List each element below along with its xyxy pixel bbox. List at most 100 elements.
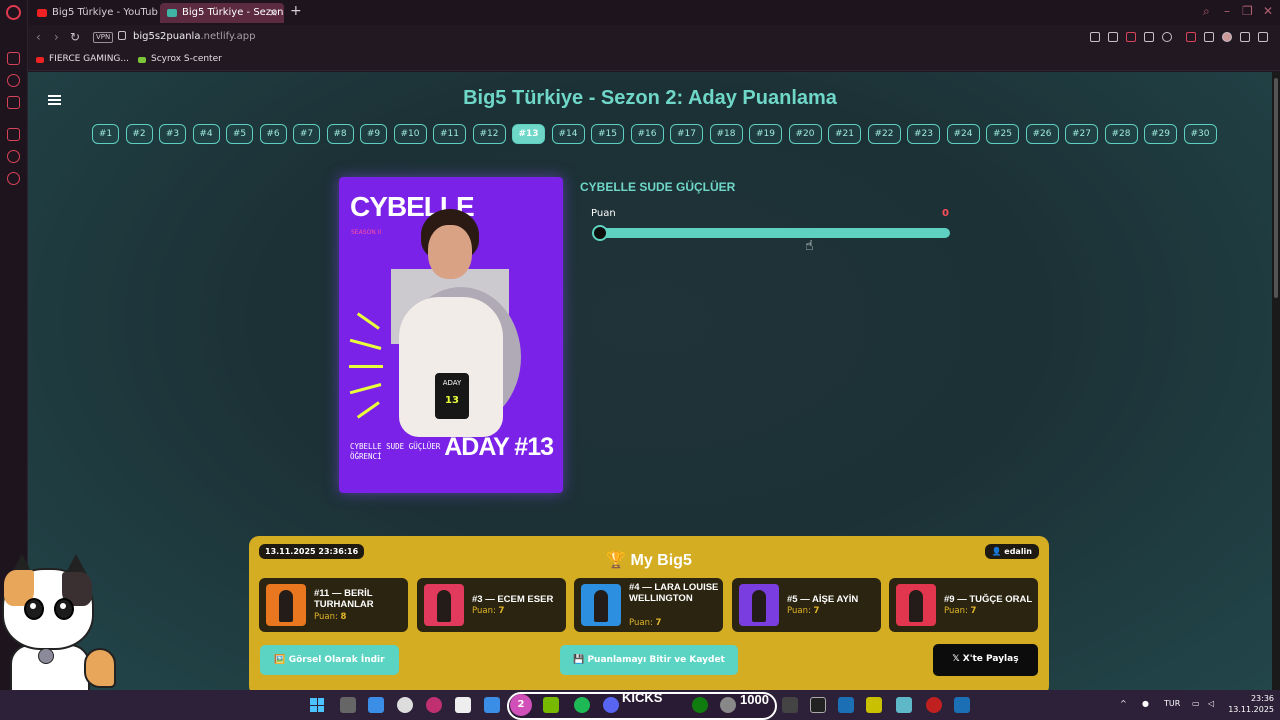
language-indicator[interactable]: TUR [1164,699,1180,708]
avatar[interactable] [1222,32,1232,42]
page-scrollbar[interactable] [1272,72,1280,690]
play-icon[interactable] [1144,32,1154,42]
extensions-icon[interactable] [1204,32,1214,42]
pager-button-12[interactable]: #12 [472,124,506,144]
url-field[interactable]: big5s2puanla.netlify.app [133,31,255,42]
kicks-app-label[interactable]: KICKS [622,690,662,705]
new-tab-icon[interactable]: + [290,3,302,19]
vscode-icon[interactable] [896,697,912,713]
pager-button-17[interactable]: #17 [670,124,703,144]
pager-button-5[interactable]: #5 [226,124,253,144]
pager-button-21[interactable]: #21 [828,124,861,144]
app-icon[interactable] [720,697,736,713]
finish-and-save-button[interactable]: 💾 Puanlamayı Bitir ve Kaydet [560,645,738,675]
big5-item[interactable]: #5 — AİŞE AYİN Puan: 7 [732,578,881,632]
scroll-thumb[interactable] [1274,78,1278,298]
reload-icon[interactable]: ↻ [70,30,80,44]
pager-button-14[interactable]: #14 [551,124,585,144]
app-icon[interactable] [866,697,882,713]
music-icon[interactable] [397,697,413,713]
share-on-x-button[interactable]: 𝕏 X'te Paylaş [933,644,1038,676]
pager-button-29[interactable]: #29 [1144,124,1177,144]
pager-button-30[interactable]: #30 [1183,124,1217,144]
restore-icon[interactable]: ❐ [1242,4,1253,18]
tray-expand-icon[interactable]: ^ [1120,699,1127,708]
settings-icon[interactable] [7,172,20,185]
pager-button-7[interactable]: #7 [293,124,320,144]
whatsapp-icon[interactable] [7,52,20,65]
spotify-icon[interactable] [574,697,590,713]
gamepad-icon[interactable] [7,128,20,141]
pager-button-15[interactable]: #15 [591,124,624,144]
pager-button-16[interactable]: #16 [630,124,664,144]
mail-icon[interactable] [484,697,500,713]
ai-icon[interactable] [7,96,20,109]
lock-icon[interactable] [118,31,126,40]
steam-icon[interactable] [954,697,970,713]
opera-logo-icon[interactable] [6,5,21,20]
big5-item[interactable]: #9 — TUĞÇE ORAL Puan: 7 [889,578,1038,632]
big5-item[interactable]: #11 — BERİL TURHANLAR Puan: 8 [259,578,408,632]
pager-button-11[interactable]: #11 [433,124,466,144]
pager-button-2[interactable]: #2 [125,124,153,144]
weather-icon[interactable] [368,697,384,713]
big5-item[interactable]: #3 — ECEM ESER Puan: 7 [417,578,566,632]
epic-games-icon[interactable] [810,697,826,713]
score-slider-thumb[interactable] [592,225,608,241]
score-slider-track[interactable] [593,228,950,238]
download-image-button[interactable]: 🖼️ Görsel Olarak İndir [260,645,399,675]
pager-button-19[interactable]: #19 [749,124,782,144]
history-icon[interactable] [7,74,20,87]
pager-button-10[interactable]: #10 [393,124,427,144]
system-clock[interactable]: 23:36 13.11.2025 [1226,693,1274,715]
menu-icon[interactable] [1258,32,1268,42]
pager-button-13[interactable]: #13 [512,124,545,144]
pager-button-20[interactable]: #20 [788,124,822,144]
pager-button-8[interactable]: #8 [326,124,354,144]
back-icon[interactable]: ‹ [36,30,41,44]
pager-button-26[interactable]: #26 [1025,124,1059,144]
windows-start-icon[interactable] [310,698,324,712]
store-icon[interactable] [455,697,471,713]
snapshot-icon[interactable] [1108,32,1118,42]
tab-big5-puanlama[interactable]: Big5 Türkiye - Sezon 2: A × [160,3,284,23]
steam-icon[interactable] [838,697,854,713]
app-icon[interactable] [926,697,942,713]
network-icon[interactable]: ▭ [1192,699,1200,708]
pager-button-25[interactable]: #25 [986,124,1019,144]
pager-button-27[interactable]: #27 [1065,124,1098,144]
microphone-icon[interactable]: ● [1142,699,1149,708]
forward-icon[interactable]: › [54,30,59,44]
minimize-icon[interactable]: – [1224,4,1230,18]
pager-button-18[interactable]: #18 [709,124,743,144]
pager-button-3[interactable]: #3 [159,124,186,144]
xbox-icon[interactable] [692,697,708,713]
big5-item[interactable]: #4 — LARA LOUISE WELLINGTON Puan: 7 [574,578,723,632]
download-icon[interactable] [1240,32,1250,42]
pin-icon[interactable] [1090,32,1100,42]
pager-button-23[interactable]: #23 [907,124,940,144]
discord-icon[interactable] [603,697,619,713]
close-tab-icon[interactable]: × [269,3,278,23]
pager-button-6[interactable]: #6 [259,124,287,144]
app-icon[interactable] [782,697,798,713]
shield-icon[interactable] [1126,32,1136,42]
pager-button-24[interactable]: #24 [946,124,980,144]
clock-icon[interactable] [7,150,20,163]
pager-button-28[interactable]: #28 [1104,124,1138,144]
thousand-app-label[interactable]: 1000 [740,692,769,707]
nvidia-icon[interactable] [543,697,559,713]
pager-button-4[interactable]: #4 [192,124,220,144]
pager-button-22[interactable]: #22 [867,124,901,144]
close-window-icon[interactable]: ✕ [1263,4,1273,18]
volume-icon[interactable]: ◁ [1208,699,1214,708]
pager-button-9[interactable]: #9 [360,124,387,144]
notification-count-badge[interactable]: 2 [510,694,532,716]
heart-icon[interactable] [1162,32,1172,42]
pager-button-1[interactable]: #1 [92,124,119,144]
bookmark-fierce-gaming[interactable]: FIERCE GAMING... [36,54,129,64]
opera-taskbar-icon[interactable] [426,697,442,713]
bookmark-scyrox[interactable]: Scyrox S-center [138,54,222,64]
extension-red-icon[interactable] [1186,32,1196,42]
task-view-icon[interactable] [340,697,356,713]
